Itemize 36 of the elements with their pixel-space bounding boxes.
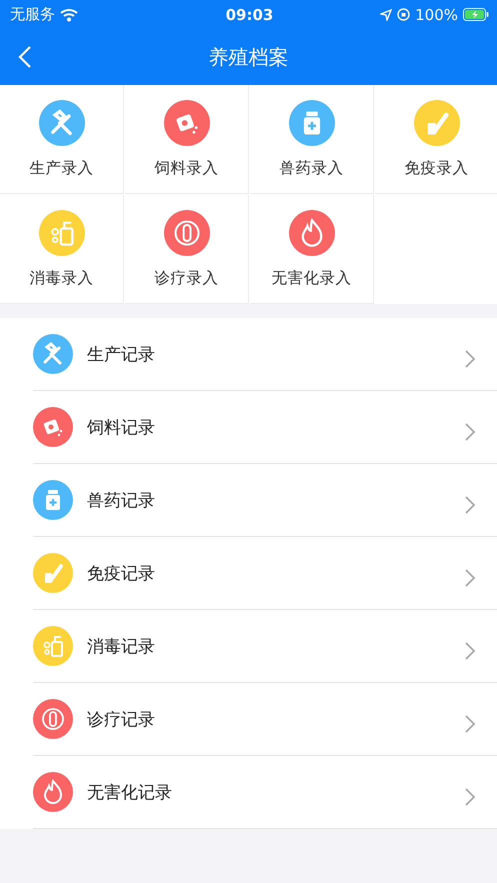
chevron-icon <box>465 642 475 660</box>
entry-tile[interactable]: 生产录入 <box>0 85 124 194</box>
wifi-icon <box>60 8 78 22</box>
battery-icon <box>463 8 489 21</box>
tile-label: 生产录入 <box>30 158 94 178</box>
row-label: 无害化记录 <box>87 782 173 804</box>
page-title: 养殖档案 <box>208 44 288 70</box>
carrier-text: 无服务 <box>10 5 55 24</box>
row-label: 兽药记录 <box>87 490 156 512</box>
entry-tile[interactable]: 兽药录入 <box>250 85 374 194</box>
tile-label: 消毒录入 <box>30 268 94 288</box>
tile-label: 兽药录入 <box>280 158 344 178</box>
row-label: 免疫记录 <box>87 562 156 584</box>
location-icon <box>380 8 392 20</box>
chevron-icon <box>465 569 475 587</box>
row-label: 消毒记录 <box>87 636 156 658</box>
entry-tile[interactable]: 消毒录入 <box>0 195 124 304</box>
tile-label: 免疫录入 <box>404 158 468 178</box>
entry-tile[interactable]: 无害化录入 <box>250 195 374 304</box>
chevron-icon <box>465 350 475 368</box>
battery-text: 100% <box>415 6 458 24</box>
chevron-icon <box>465 715 475 733</box>
rotation-lock-icon <box>397 8 410 21</box>
tile-label: 诊疗录入 <box>154 268 218 288</box>
tile-label: 饲料录入 <box>154 158 218 178</box>
chevron-icon <box>465 423 475 441</box>
tile-label: 无害化录入 <box>272 268 352 288</box>
chevron-icon <box>465 496 475 514</box>
entry-tile[interactable]: 饲料录入 <box>125 85 249 194</box>
row-label: 诊疗记录 <box>87 708 156 730</box>
entry-tile[interactable]: 诊疗录入 <box>125 195 249 304</box>
clock-text: 09:03 <box>226 6 274 24</box>
row-label: 生产记录 <box>87 344 156 366</box>
back-button[interactable] <box>18 45 32 69</box>
chevron-icon <box>465 788 475 806</box>
row-label: 饲料记录 <box>87 416 156 438</box>
